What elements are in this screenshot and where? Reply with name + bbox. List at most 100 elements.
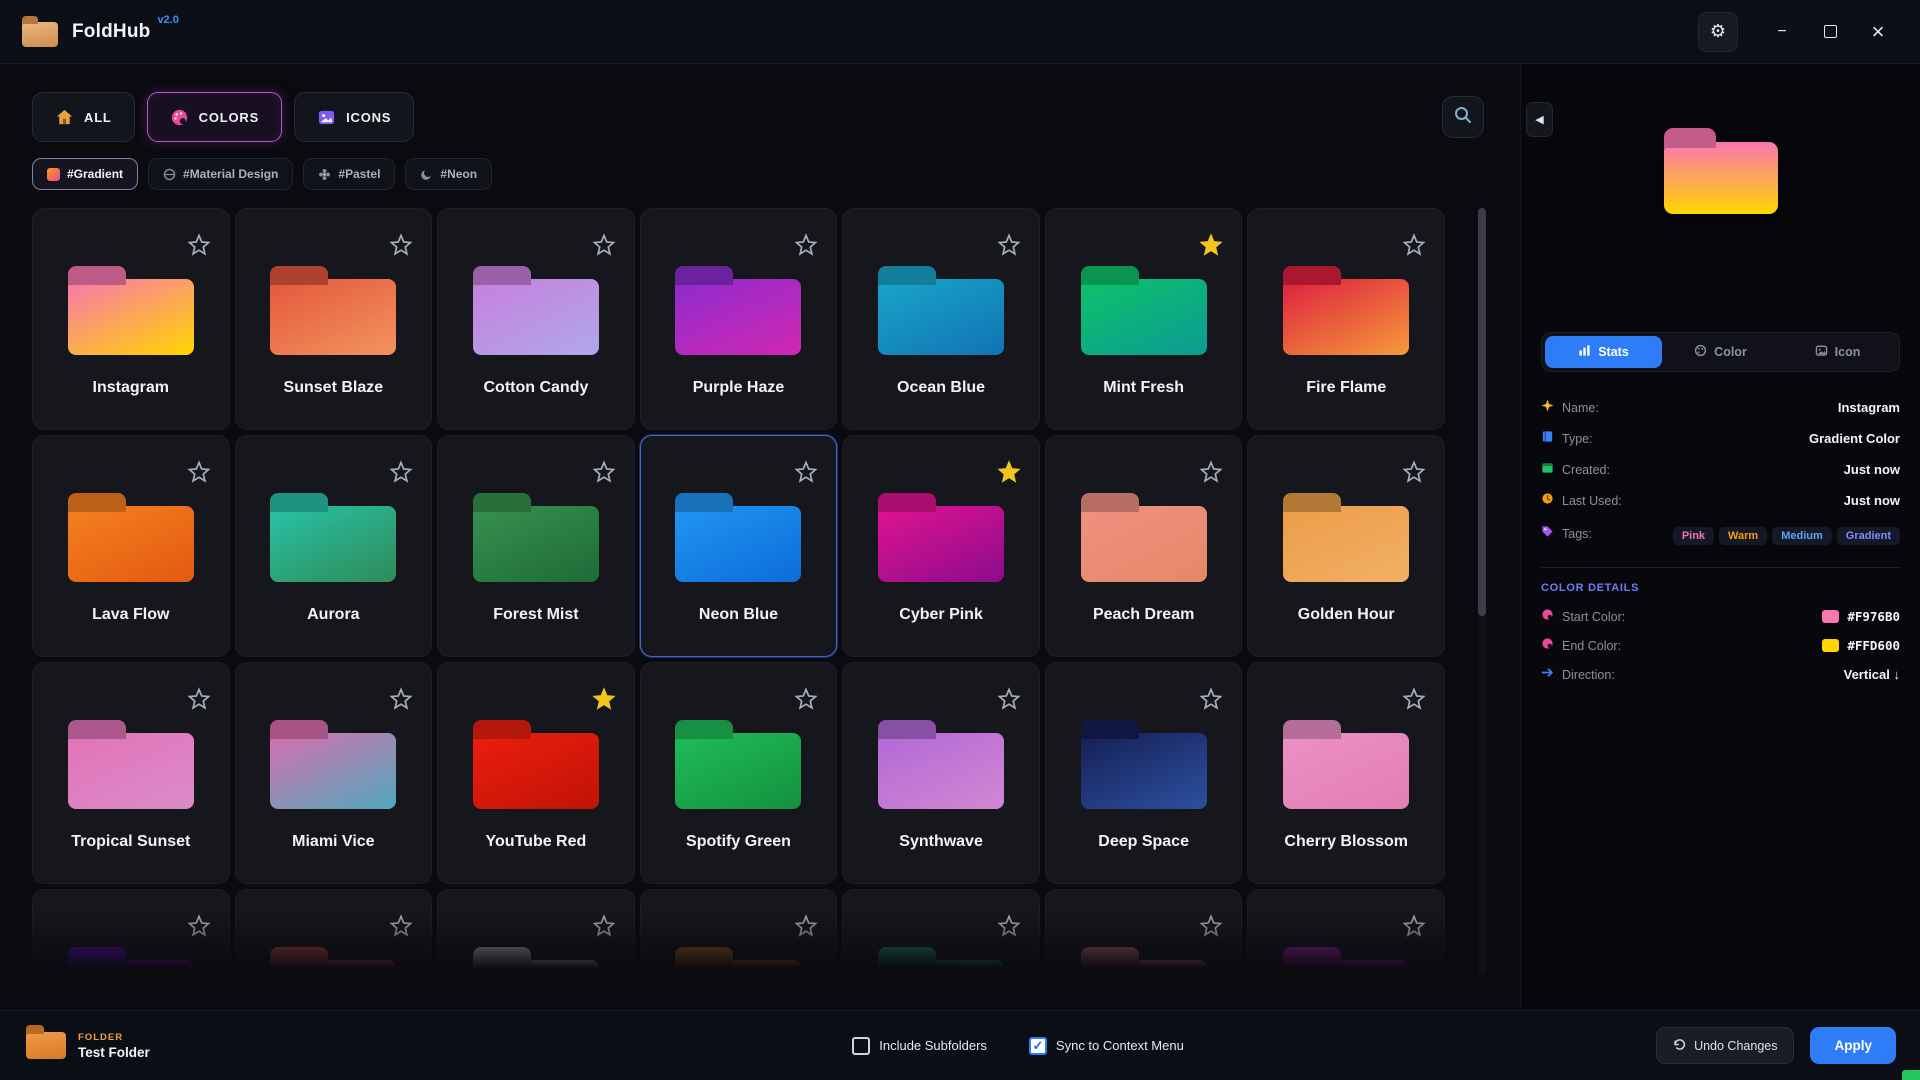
folder-name: Cotton Candy	[438, 379, 634, 397]
folder-card[interactable]	[1045, 889, 1243, 975]
scrollbar-track[interactable]	[1478, 208, 1486, 975]
include-subfolders-checkbox[interactable]: ✓	[852, 1037, 870, 1055]
star-icon[interactable]	[997, 460, 1021, 484]
star-icon[interactable]	[794, 460, 818, 484]
filter-gradient[interactable]: #Gradient	[32, 158, 138, 190]
star-icon[interactable]	[1402, 460, 1426, 484]
folder-card[interactable]	[235, 889, 433, 975]
folder-grid-viewport: Instagram Sunset Blaze Cotton Candy Purp…	[32, 208, 1445, 975]
folder-card[interactable]: Fire Flame	[1247, 208, 1445, 430]
star-icon[interactable]	[997, 233, 1021, 257]
star-icon[interactable]	[1199, 233, 1223, 257]
star-icon[interactable]	[997, 914, 1021, 938]
star-icon[interactable]	[1402, 687, 1426, 711]
star-icon[interactable]	[592, 233, 616, 257]
folder-card[interactable]: Purple Haze	[640, 208, 838, 430]
star-icon[interactable]	[389, 233, 413, 257]
filter-pastel[interactable]: #Pastel	[303, 158, 395, 190]
folder-card[interactable]: Tropical Sunset	[32, 662, 230, 884]
star-icon[interactable]	[187, 914, 211, 938]
folder-card[interactable]: Lava Flow	[32, 435, 230, 657]
end-color-swatch	[1822, 639, 1839, 652]
folder-card[interactable]: Mint Fresh	[1045, 208, 1243, 430]
star-icon[interactable]	[997, 687, 1021, 711]
star-icon[interactable]	[592, 914, 616, 938]
tab-icons[interactable]: ICONS	[294, 92, 414, 142]
tab-icon[interactable]: Icon	[1779, 336, 1896, 368]
filter-neon[interactable]: #Neon	[405, 158, 492, 190]
checkbox[interactable]: ✓ Include Subfolders	[852, 1037, 987, 1055]
star-icon[interactable]	[1199, 687, 1223, 711]
star-icon[interactable]	[187, 687, 211, 711]
folder-card[interactable]: Spotify Green	[640, 662, 838, 884]
star-icon[interactable]	[794, 687, 818, 711]
folder-card[interactable]: Cotton Candy	[437, 208, 635, 430]
folder-name: Spotify Green	[641, 833, 837, 851]
tab-colors-label: COLORS	[199, 110, 259, 125]
folder-card[interactable]: Aurora	[235, 435, 433, 657]
collapse-panel-button[interactable]: ◀	[1526, 102, 1553, 137]
stat-row-type: Type: Gradient Color	[1541, 423, 1900, 454]
folder-icon	[270, 733, 396, 809]
undo-changes-button[interactable]: Undo Changes	[1656, 1027, 1794, 1064]
folder-card[interactable]: Cherry Blossom	[1247, 662, 1445, 884]
folder-card[interactable]: YouTube Red	[437, 662, 635, 884]
star-icon[interactable]	[592, 460, 616, 484]
folder-card[interactable]	[842, 889, 1040, 975]
star-icon[interactable]	[794, 914, 818, 938]
folder-card[interactable]: Peach Dream	[1045, 435, 1243, 657]
folder-card[interactable]: Sunset Blaze	[235, 208, 433, 430]
folder-card[interactable]: Synthwave	[842, 662, 1040, 884]
folder-card[interactable]: Golden Hour	[1247, 435, 1445, 657]
filter-material-design[interactable]: #Material Design	[148, 158, 293, 190]
star-icon[interactable]	[592, 687, 616, 711]
folder-card[interactable]: Cyber Pink	[842, 435, 1040, 657]
folder-card[interactable]: Miami Vice	[235, 662, 433, 884]
start-color-row: Start Color: #F976B0	[1541, 602, 1900, 631]
minimize-button[interactable]: −	[1762, 12, 1802, 52]
folder-icon	[878, 960, 1004, 975]
close-button[interactable]: ×	[1858, 12, 1898, 52]
sync-context-menu-checkbox[interactable]: ✓	[1029, 1037, 1047, 1055]
checkbox[interactable]: ✓ Sync to Context Menu	[1029, 1037, 1184, 1055]
image-outline-icon	[1815, 344, 1828, 360]
tab-all[interactable]: ALL	[32, 92, 135, 142]
start-color-hex: #F976B0	[1847, 609, 1900, 624]
folder-card[interactable]	[1247, 889, 1445, 975]
folder-card[interactable]: Ocean Blue	[842, 208, 1040, 430]
settings-button[interactable]: ⚙	[1698, 12, 1738, 52]
tab-colors[interactable]: COLORS	[147, 92, 282, 142]
maximize-button[interactable]	[1810, 12, 1850, 52]
titlebar: FoldHub v2.0 ⚙ − ×	[0, 0, 1920, 64]
tab-stats[interactable]: Stats	[1545, 336, 1662, 368]
folder-card[interactable]: Instagram	[32, 208, 230, 430]
search-button[interactable]	[1442, 96, 1484, 138]
scrollbar-thumb[interactable]	[1478, 208, 1486, 616]
star-icon[interactable]	[389, 687, 413, 711]
star-icon[interactable]	[1199, 460, 1223, 484]
folder-card[interactable]: Deep Space	[1045, 662, 1243, 884]
folder-card[interactable]	[640, 889, 838, 975]
folder-card[interactable]: Neon Blue	[640, 435, 838, 657]
star-icon[interactable]	[187, 460, 211, 484]
start-color-swatch	[1822, 610, 1839, 623]
star-icon[interactable]	[794, 233, 818, 257]
star-icon[interactable]	[187, 233, 211, 257]
folder-icon	[270, 960, 396, 975]
palette-small-icon	[1541, 608, 1554, 626]
tab-color[interactable]: Color	[1662, 336, 1779, 368]
star-icon[interactable]	[1402, 914, 1426, 938]
stat-row-tags: Tags: PinkWarmMediumGradient	[1541, 516, 1900, 551]
folder-name: Golden Hour	[1248, 606, 1444, 624]
folder-card[interactable]	[437, 889, 635, 975]
folder-card[interactable]	[32, 889, 230, 975]
end-color-hex: #FFD600	[1847, 638, 1900, 653]
clock-icon	[1541, 492, 1554, 510]
folder-card[interactable]: Forest Mist	[437, 435, 635, 657]
apply-button[interactable]: Apply	[1810, 1027, 1896, 1064]
star-icon[interactable]	[1199, 914, 1223, 938]
tab-all-label: ALL	[84, 110, 112, 125]
star-icon[interactable]	[1402, 233, 1426, 257]
star-icon[interactable]	[389, 460, 413, 484]
star-icon[interactable]	[389, 914, 413, 938]
